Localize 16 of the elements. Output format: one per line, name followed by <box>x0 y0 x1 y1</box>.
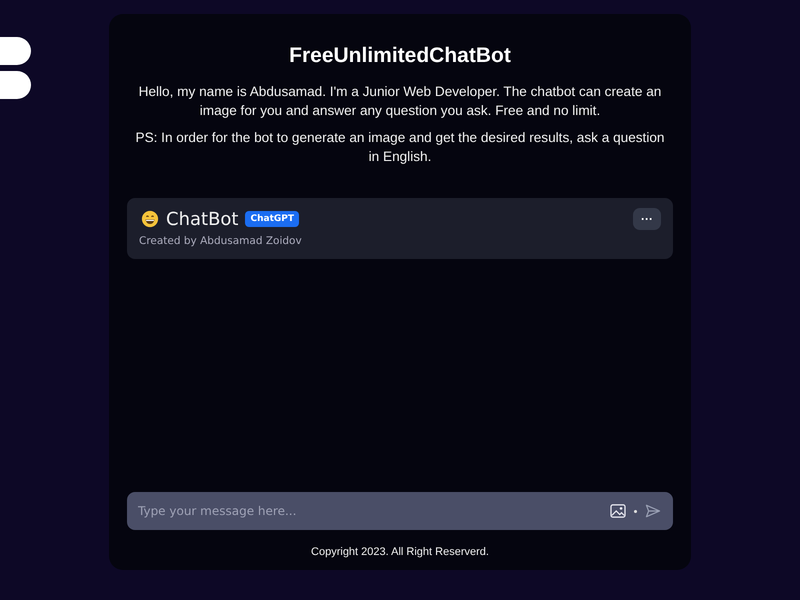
side-button[interactable] <box>0 71 31 99</box>
grin-emoji-icon <box>141 210 159 228</box>
copyright-text: Copyright 2023. All Right Reserverd. <box>311 546 489 558</box>
page-title: FreeUnlimitedChatBot <box>289 44 511 68</box>
message-bar[interactable]: Type your message here... <box>127 492 673 530</box>
image-icon[interactable] <box>610 504 626 518</box>
send-icon[interactable] <box>645 504 661 518</box>
more-button[interactable]: ··· <box>633 208 661 230</box>
separator-dot <box>634 510 637 512</box>
side-button[interactable] <box>0 37 31 65</box>
intro-text: PS: In order for the bot to generate an image and get the desired results, ask a question in English. <box>134 129 666 166</box>
message-field[interactable]: Type your message here... <box>138 504 602 518</box>
chatgpt-badge: ChatGPT <box>245 211 299 227</box>
chatbot-name: ChatBot <box>166 208 238 230</box>
intro-text: Hello, my name is Abdusamad. I'm a Junior Web Developer. The chatbot can create an image for you and answer any question you ask. Free and no limit. <box>138 83 662 120</box>
creator-text: Created by Abdusamad Zoidov <box>139 235 303 247</box>
